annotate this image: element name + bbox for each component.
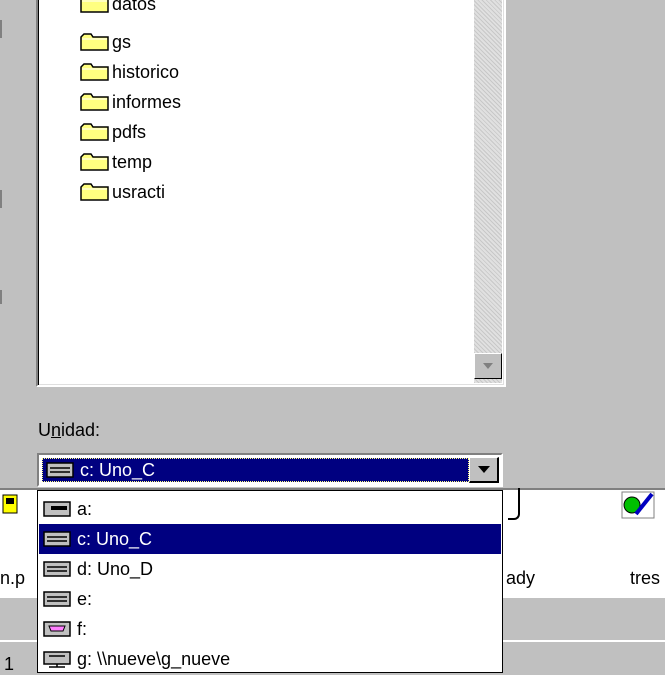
hard-drive-icon bbox=[43, 561, 71, 577]
drive-option-d[interactable]: d: Uno_D bbox=[39, 554, 501, 584]
background-file-label: n.p bbox=[0, 568, 26, 588]
tree-item[interactable]: historico bbox=[80, 58, 179, 86]
cd-drive-icon bbox=[43, 621, 71, 637]
tree-scrollbar[interactable] bbox=[474, 0, 502, 383]
arrow-down-icon bbox=[483, 363, 493, 369]
drive-select-label: c: Uno_C bbox=[80, 459, 156, 480]
arrow-down-icon bbox=[477, 465, 490, 473]
folder-label: gs bbox=[112, 31, 132, 52]
drive-option-e[interactable]: e: bbox=[39, 584, 501, 614]
drive-option-c[interactable]: c: Uno_C bbox=[39, 524, 501, 554]
folder-label: historico bbox=[112, 61, 180, 82]
drive-option-g[interactable]: g: \\nueve\g_nueve bbox=[39, 644, 501, 672]
hard-drive-icon bbox=[46, 462, 74, 478]
folder-label: informes bbox=[112, 91, 182, 112]
drive-select-value[interactable]: c: Uno_C bbox=[42, 458, 469, 482]
drive-dropdown-list[interactable]: a: c: Uno_C d: Uno_D e: f: g: \\nueve\g_… bbox=[37, 490, 503, 673]
folder-icon bbox=[80, 0, 109, 13]
document-icon bbox=[2, 494, 18, 514]
folder-tree[interactable]: datos gs historico informes pdfs temp us… bbox=[36, 0, 506, 387]
folder-label: usracti bbox=[112, 181, 166, 202]
tree-item[interactable]: datos bbox=[80, 0, 156, 18]
folder-icon bbox=[80, 93, 109, 111]
drive-option-f[interactable]: f: bbox=[39, 614, 501, 644]
background-file-label: ady bbox=[506, 568, 536, 588]
folder-icon bbox=[80, 183, 109, 201]
floppy-drive-icon bbox=[43, 501, 71, 517]
folder-label: temp bbox=[112, 151, 153, 172]
folder-icon bbox=[80, 153, 109, 171]
drive-option-a[interactable]: a: bbox=[39, 494, 501, 524]
folder-icon bbox=[80, 123, 109, 141]
tree-item[interactable]: informes bbox=[80, 88, 181, 116]
background-file-label: tres bbox=[630, 568, 661, 588]
drive-label: Unidad: bbox=[38, 420, 101, 440]
tree-item[interactable]: gs bbox=[80, 28, 131, 56]
tree-item[interactable]: pdfs bbox=[80, 118, 146, 146]
drive-select[interactable]: c: Uno_C bbox=[37, 453, 503, 487]
tree-item[interactable]: usracti bbox=[80, 178, 165, 206]
folder-label: pdfs bbox=[112, 121, 147, 142]
scroll-down-button[interactable] bbox=[474, 353, 502, 379]
folder-label: datos bbox=[112, 0, 157, 14]
drive-dropdown-button[interactable] bbox=[469, 457, 499, 483]
network-drive-icon bbox=[43, 651, 71, 668]
hard-drive-icon bbox=[43, 531, 71, 547]
tree-item[interactable]: temp bbox=[80, 148, 152, 176]
hard-drive-icon bbox=[43, 591, 71, 607]
folder-icon bbox=[80, 33, 109, 51]
folder-icon bbox=[80, 63, 109, 81]
app-icon bbox=[621, 491, 655, 519]
